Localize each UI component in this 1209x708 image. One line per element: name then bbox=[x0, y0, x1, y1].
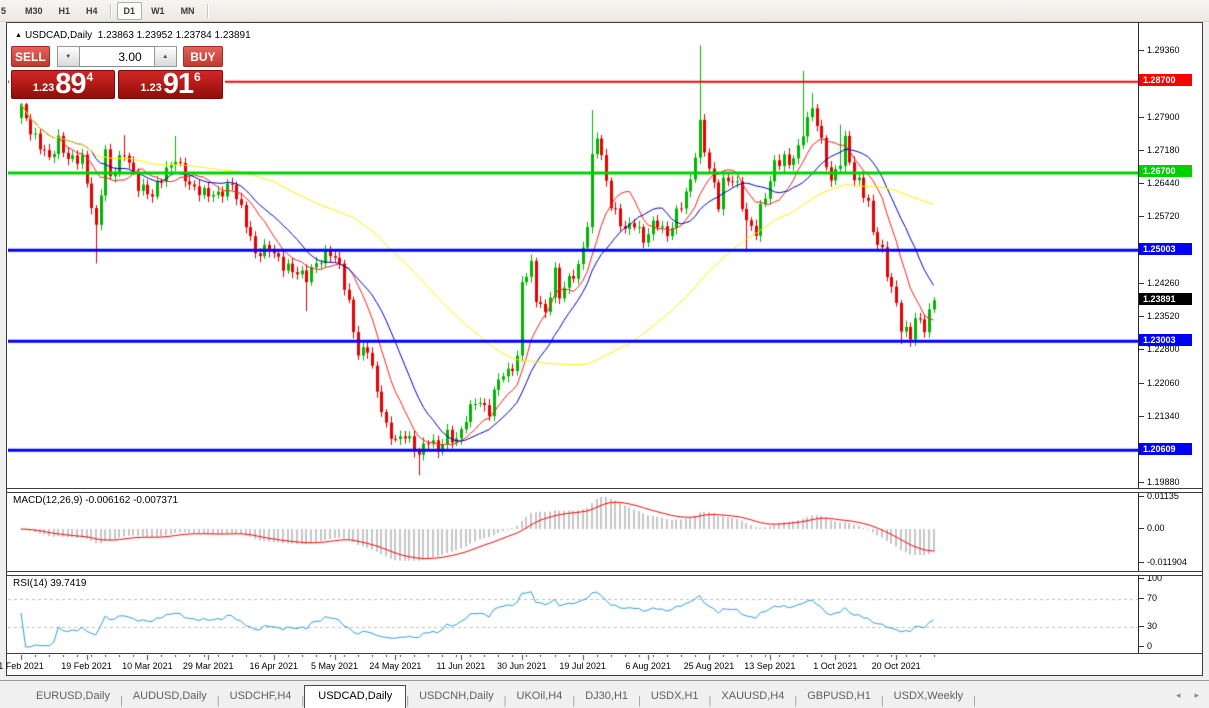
price-tick-label: 1.29360 bbox=[1139, 45, 1180, 55]
price-tick-label: 1.25720 bbox=[1139, 211, 1180, 221]
macd-label: MACD(12,26,9) -0.006162 -0.007371 bbox=[13, 495, 178, 506]
price-tick-label: 1.19880 bbox=[1139, 477, 1180, 487]
chart-ohlc-values: 1.23863 1.23952 1.23784 1.23891 bbox=[98, 30, 251, 41]
chart-window: ▲USDCAD,Daily 1.23863 1.23952 1.23784 1.… bbox=[6, 22, 1203, 676]
chart-tab-GBPUSD-H1[interactable]: GBPUSD,H1 bbox=[797, 686, 881, 707]
date-label: 6 Aug 2021 bbox=[625, 661, 671, 671]
buy-button[interactable]: BUY bbox=[183, 46, 223, 67]
chart-symbol: USDCAD,Daily bbox=[25, 30, 92, 41]
price-tick-label: 1.23520 bbox=[1139, 311, 1180, 321]
pane-splitter[interactable] bbox=[7, 571, 1202, 576]
price-tick-label: 1.26440 bbox=[1139, 178, 1180, 188]
chart-tab-XAUUSD-H4[interactable]: XAUUSD,H4 bbox=[711, 686, 794, 707]
ask-price-prefix: 1.23 bbox=[140, 82, 161, 94]
level-price-label: 1.26700 bbox=[1139, 165, 1192, 177]
timeframe-button-W1[interactable]: W1 bbox=[144, 2, 172, 20]
chart-tab-USDX-Weekly[interactable]: USDX,Weekly bbox=[884, 686, 973, 707]
date-label: 19 Feb 2021 bbox=[61, 661, 112, 671]
pane-splitter[interactable] bbox=[7, 488, 1202, 493]
timeframe-button-MN[interactable]: MN bbox=[174, 2, 202, 20]
bid-price-main: 89 bbox=[55, 72, 85, 97]
volume-stepper: ▼ ▲ bbox=[57, 46, 177, 67]
price-tick-label: 1.24260 bbox=[1139, 278, 1180, 288]
rsi-canvas[interactable] bbox=[8, 576, 1138, 654]
chart-tab-USDX-H1[interactable]: USDX,H1 bbox=[641, 686, 709, 707]
timeframe-toolbar: 5M30H1H4 D1W1MN bbox=[0, 0, 1209, 22]
chart-tab-AUDUSD-Daily[interactable]: AUDUSD,Daily bbox=[123, 686, 217, 707]
timeframe-button-5[interactable]: 5 bbox=[0, 2, 16, 20]
ask-price-box[interactable]: 1.23 91 6 bbox=[118, 70, 223, 99]
timeframe-button-H1[interactable]: H1 bbox=[52, 2, 78, 20]
toolbar-separator bbox=[110, 4, 112, 18]
timeframe-button-M30[interactable]: M30 bbox=[18, 2, 50, 20]
toolbar-separator bbox=[207, 4, 209, 18]
date-label: 16 Apr 2021 bbox=[249, 661, 298, 671]
tab-scroll-left-icon[interactable]: ◂ bbox=[1176, 690, 1181, 701]
ask-price-pip: 6 bbox=[194, 70, 201, 84]
chart-tab-bar: EURUSD,Daily|AUDUSD,Daily|USDCHF,H4|USDC… bbox=[0, 680, 1209, 707]
date-label: 13 Sep 2021 bbox=[744, 661, 795, 671]
level-price-label: 1.28700 bbox=[1139, 74, 1192, 86]
time-axis[interactable]: 1 Feb 202119 Feb 202110 Mar 202129 Mar 2… bbox=[7, 660, 1202, 675]
ask-price-main: 91 bbox=[163, 72, 193, 97]
timeframe-button-H4[interactable]: H4 bbox=[79, 2, 105, 20]
price-tick-label: 1.27180 bbox=[1139, 145, 1180, 155]
date-label: 25 Aug 2021 bbox=[684, 661, 735, 671]
date-label: 20 Oct 2021 bbox=[872, 661, 921, 671]
date-label: 5 May 2021 bbox=[311, 661, 358, 671]
price-tick-label: 1.22060 bbox=[1139, 378, 1180, 388]
collapse-triangle-icon[interactable]: ▲ bbox=[15, 32, 22, 39]
pane-border bbox=[7, 653, 1202, 654]
macd-axis-label: 0.00 bbox=[1139, 523, 1165, 533]
chart-title: ▲USDCAD,Daily 1.23863 1.23952 1.23784 1.… bbox=[15, 30, 251, 41]
current-price-label: 1.23891 bbox=[1139, 293, 1192, 305]
date-label: 11 Jun 2021 bbox=[436, 661, 485, 671]
rsi-axis-label: 30 bbox=[1139, 621, 1157, 631]
chart-tab-USDCNH-Daily[interactable]: USDCNH,Daily bbox=[409, 686, 504, 707]
macd-axis-label: -0.011904 bbox=[1139, 557, 1187, 567]
tab-scroll-arrows: ◂▸ bbox=[1176, 690, 1199, 707]
chart-tab-DJ30-H1[interactable]: DJ30,H1 bbox=[575, 686, 638, 707]
volume-decrease-icon[interactable]: ▼ bbox=[57, 46, 80, 67]
tab-scroll-right-icon[interactable]: ▸ bbox=[1194, 690, 1199, 701]
chart-tab-USDCAD-Daily[interactable]: USDCAD,Daily bbox=[304, 685, 406, 708]
rsi-axis-label: 0 bbox=[1139, 641, 1152, 651]
level-price-label: 1.20609 bbox=[1139, 443, 1192, 455]
bid-price-pip: 4 bbox=[87, 70, 94, 84]
tab-separator: | bbox=[973, 695, 976, 707]
mt4-terminal: { "toolbar": { "timeframes": [ {"label":… bbox=[0, 0, 1209, 708]
chart-tab-UKOil-H4[interactable]: UKOil,H4 bbox=[507, 686, 573, 707]
price-tick-label: 1.21340 bbox=[1139, 411, 1180, 421]
volume-increase-icon[interactable]: ▲ bbox=[154, 46, 177, 67]
rsi-axis-label: 70 bbox=[1139, 593, 1157, 603]
date-label: 1 Feb 2021 bbox=[0, 661, 44, 671]
chart-tab-EURUSD-Daily[interactable]: EURUSD,Daily bbox=[26, 686, 120, 707]
level-price-label: 1.23003 bbox=[1139, 334, 1192, 346]
price-axis[interactable]: 1.293601.286401.279001.271801.264401.257… bbox=[1138, 23, 1202, 654]
chart-tab-USDCHF-H4[interactable]: USDCHF,H4 bbox=[220, 686, 302, 707]
date-label: 29 Mar 2021 bbox=[183, 661, 234, 671]
bid-price-box[interactable]: 1.23 89 4 bbox=[11, 70, 115, 99]
date-label: 30 Jun 2021 bbox=[497, 661, 547, 671]
rsi-label: RSI(14) 39.7419 bbox=[13, 578, 86, 589]
date-label: 24 May 2021 bbox=[369, 661, 421, 671]
sell-button[interactable]: SELL bbox=[11, 46, 50, 67]
bid-price-prefix: 1.23 bbox=[33, 82, 54, 94]
one-click-trading-panel: SELL ▼ ▲ BUY 1.23 89 4 1.23 91 6 bbox=[9, 43, 225, 103]
date-label: 10 Mar 2021 bbox=[122, 661, 173, 671]
date-label: 1 Oct 2021 bbox=[813, 661, 857, 671]
level-price-label: 1.25003 bbox=[1139, 243, 1192, 255]
date-label: 19 Jul 2021 bbox=[559, 661, 606, 671]
price-tick-label: 1.27900 bbox=[1139, 112, 1180, 122]
timeframe-button-D1[interactable]: D1 bbox=[117, 2, 143, 20]
volume-input[interactable] bbox=[80, 46, 154, 67]
